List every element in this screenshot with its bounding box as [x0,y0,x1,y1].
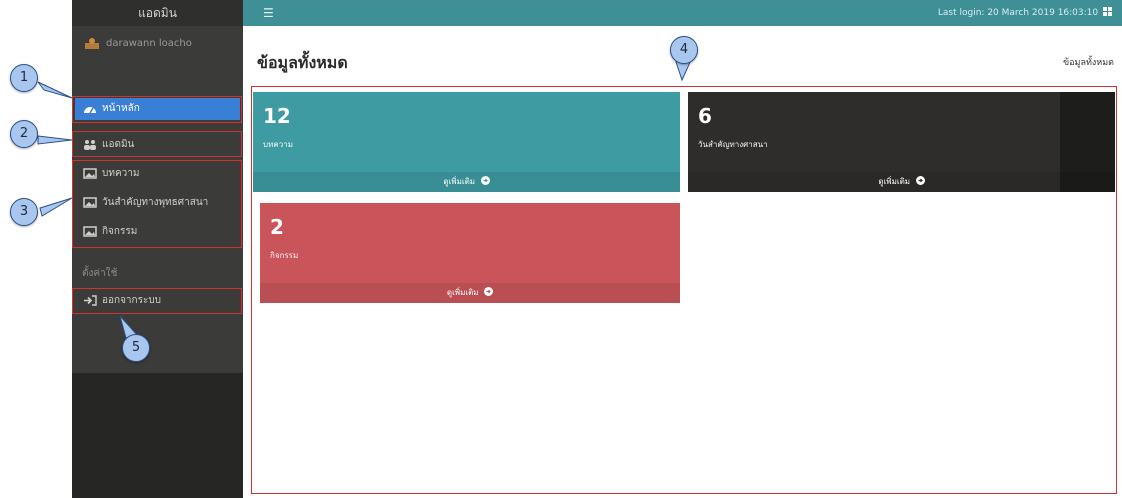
user-name: darawann loacho [106,38,192,49]
annotation-frame-home [72,96,242,123]
sidebar-brand: แอดมิน [72,0,243,26]
sidebar: แอดมิน darawann loacho หน้าหลัก แอดมิน บ… [72,0,243,498]
user-icon [85,38,99,49]
annotation-frame-main [251,86,1117,494]
callout-1: 1 [10,64,38,92]
callout-5: 5 [122,334,150,362]
hamburger-icon[interactable]: ☰ [263,6,274,20]
callout-3-pointer [39,197,73,217]
windows-icon[interactable] [1103,7,1112,16]
callout-2: 2 [10,120,38,148]
annotation-frame-admin [72,131,242,157]
last-login-text: Last login: 20 March 2019 16:03:10 [937,8,1099,18]
sidebar-lower-area [72,373,243,498]
last-login-info: Last login: 20 March 2019 16:03:10 [938,7,1112,18]
callout-3: 3 [10,198,38,226]
callout-2-pointer [37,135,73,145]
annotation-frame-logout [72,288,242,314]
user-panel: darawann loacho [84,34,242,54]
top-bar: ☰ Last login: 20 March 2019 16:03:10 [243,0,1122,26]
admin-dashboard: แอดมิน darawann loacho หน้าหลัก แอดมิน บ… [0,0,1122,498]
breadcrumb[interactable]: ข้อมูลทั้งหมด [1063,55,1114,69]
page-title: ข้อมูลทั้งหมด [257,53,348,72]
callout-4: 4 [670,36,698,64]
annotation-frame-content-menu [72,160,242,248]
settings-section-label: ตั้งค่าใช้ [82,268,118,279]
callout-1-pointer [37,81,73,99]
